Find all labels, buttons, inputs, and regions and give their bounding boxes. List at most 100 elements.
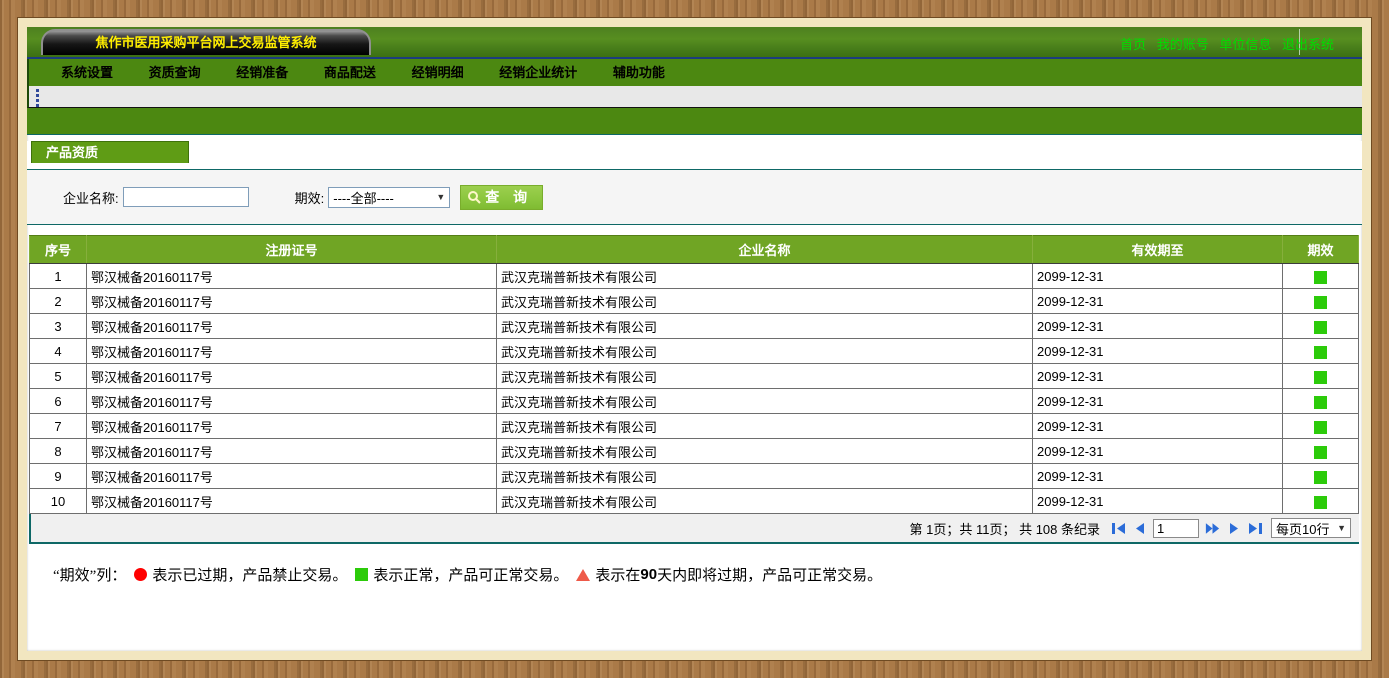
app-title-tab: 焦作市医用采购平台网上交易监管系统 — [41, 29, 371, 55]
expiry-date: 2099-12-31 — [1033, 314, 1283, 339]
link-logout[interactable]: 退出系统 — [1282, 37, 1334, 52]
cert-number: 鄂汉械备20160117号 — [87, 439, 497, 464]
period-select[interactable]: ----全部---- ▼ — [328, 187, 450, 208]
cert-number: 鄂汉械备20160117号 — [87, 489, 497, 514]
company-name: 武汉克瑞普新技术有限公司 — [497, 339, 1033, 364]
browser-page: 焦作市医用采购平台网上交易监管系统 首页 我的账号 单位信息 退出系统 系统设置… — [18, 18, 1371, 660]
table-row: 1鄂汉械备20160117号武汉克瑞普新技术有限公司2099-12-31 — [30, 264, 1359, 289]
search-button[interactable]: 查 询 — [460, 185, 543, 210]
expiry-date: 2099-12-31 — [1033, 464, 1283, 489]
company-name: 武汉克瑞普新技术有限公司 — [497, 389, 1033, 414]
table-row: 6鄂汉械备20160117号武汉克瑞普新技术有限公司2099-12-31 — [30, 389, 1359, 414]
next-page-button[interactable] — [1225, 520, 1242, 536]
menu-item-system-settings[interactable]: 系统设置 — [61, 65, 113, 80]
main-menu: 系统设置 资质查询 经销准备 商品配送 经销明细 经销企业统计 辅助功能 — [27, 59, 1362, 86]
expiry-date: 2099-12-31 — [1033, 364, 1283, 389]
legend-expiring-text-pre: 表示在 — [595, 564, 640, 585]
first-page-button[interactable] — [1110, 520, 1127, 536]
company-name: 武汉克瑞普新技术有限公司 — [497, 314, 1033, 339]
cert-number: 鄂汉械备20160117号 — [87, 339, 497, 364]
company-name-input[interactable] — [123, 187, 249, 207]
legend-expired-text: 表示已过期，产品禁止交易。 — [152, 564, 347, 585]
menu-item-distribution-detail[interactable]: 经销明细 — [412, 65, 464, 80]
link-unit-info[interactable]: 单位信息 — [1219, 37, 1271, 52]
menu-item-goods-delivery[interactable]: 商品配送 — [324, 65, 376, 80]
page-number-input[interactable] — [1153, 519, 1199, 538]
expiry-date: 2099-12-31 — [1033, 339, 1283, 364]
menu-item-qualification-query[interactable]: 资质查询 — [149, 65, 201, 80]
row-index: 10 — [30, 489, 87, 514]
table-row: 4鄂汉械备20160117号武汉克瑞普新技术有限公司2099-12-31 — [30, 339, 1359, 364]
results-table: 序号 注册证号 企业名称 有效期至 期效 1鄂汉械备20160117号武汉克瑞普… — [29, 235, 1359, 514]
pagination-summary: 第 1页；共 11页； 共 108 条纪录 — [910, 519, 1100, 538]
search-button-label: 查 询 — [485, 187, 532, 207]
filter-panel: 企业名称: 期效: ----全部---- ▼ 查 询 — [27, 169, 1362, 225]
status-normal-icon — [1314, 346, 1327, 359]
row-index: 2 — [30, 289, 87, 314]
status-cell — [1283, 289, 1359, 314]
expiry-date: 2099-12-31 — [1033, 439, 1283, 464]
results-table-wrap: 序号 注册证号 企业名称 有效期至 期效 1鄂汉械备20160117号武汉克瑞普… — [29, 235, 1359, 514]
menu-item-distribution-prep[interactable]: 经销准备 — [236, 65, 288, 80]
status-cell — [1283, 464, 1359, 489]
expiring-marker-icon — [576, 569, 590, 581]
search-icon — [467, 190, 482, 205]
period-selected-value: ----全部---- — [333, 188, 394, 207]
go-page-button[interactable] — [1204, 520, 1221, 536]
status-normal-icon — [1314, 271, 1327, 284]
cert-number: 鄂汉械备20160117号 — [87, 364, 497, 389]
page-size-select[interactable]: 每页10行 ▼ — [1271, 518, 1351, 538]
legend-expiring-text-post: 天内即将过期，产品可正常交易。 — [657, 564, 882, 585]
status-cell — [1283, 389, 1359, 414]
company-name: 武汉克瑞普新技术有限公司 — [497, 464, 1033, 489]
status-cell — [1283, 364, 1359, 389]
table-row: 8鄂汉械备20160117号武汉克瑞普新技术有限公司2099-12-31 — [30, 439, 1359, 464]
status-legend: “期效”列： 表示已过期，产品禁止交易。 表示正常，产品可正常交易。 表示在 9… — [53, 564, 1362, 585]
period-label: 期效: — [295, 188, 325, 207]
cert-number: 鄂汉械备20160117号 — [87, 414, 497, 439]
col-header-status: 期效 — [1283, 236, 1359, 264]
expiry-date: 2099-12-31 — [1033, 414, 1283, 439]
cert-number: 鄂汉械备20160117号 — [87, 289, 497, 314]
prev-page-button[interactable] — [1131, 520, 1148, 536]
drag-handle-icon[interactable] — [36, 89, 39, 107]
status-normal-icon — [1314, 446, 1327, 459]
table-row: 7鄂汉械备20160117号武汉克瑞普新技术有限公司2099-12-31 — [30, 414, 1359, 439]
company-name: 武汉克瑞普新技术有限公司 — [497, 364, 1033, 389]
toolbar-strip — [27, 86, 1362, 108]
link-home[interactable]: 首页 — [1120, 37, 1146, 52]
legend-prefix: “期效”列： — [53, 564, 126, 585]
menu-item-distributor-stats[interactable]: 经销企业统计 — [499, 65, 577, 80]
company-name-label: 企业名称: — [63, 188, 119, 207]
company-name: 武汉克瑞普新技术有限公司 — [497, 414, 1033, 439]
last-page-button[interactable] — [1246, 520, 1263, 536]
status-cell — [1283, 439, 1359, 464]
table-header-row: 序号 注册证号 企业名称 有效期至 期效 — [30, 236, 1359, 264]
cert-number: 鄂汉械备20160117号 — [87, 464, 497, 489]
row-index: 4 — [30, 339, 87, 364]
menu-item-aux-functions[interactable]: 辅助功能 — [613, 65, 665, 80]
table-body: 1鄂汉械备20160117号武汉克瑞普新技术有限公司2099-12-312鄂汉械… — [30, 264, 1359, 514]
row-index: 1 — [30, 264, 87, 289]
link-my-account[interactable]: 我的账号 — [1157, 37, 1209, 52]
cert-number: 鄂汉械备20160117号 — [87, 264, 497, 289]
table-row: 2鄂汉械备20160117号武汉克瑞普新技术有限公司2099-12-31 — [30, 289, 1359, 314]
status-normal-icon — [1314, 296, 1327, 309]
status-normal-icon — [1314, 471, 1327, 484]
page-size-value: 每页10行 — [1276, 519, 1329, 538]
tab-product-qualification[interactable]: 产品资质 — [31, 141, 189, 163]
status-cell — [1283, 489, 1359, 514]
status-normal-icon — [1314, 371, 1327, 384]
row-index: 7 — [30, 414, 87, 439]
col-header-index: 序号 — [30, 236, 87, 264]
status-normal-icon — [1314, 496, 1327, 509]
header-bar: 焦作市医用采购平台网上交易监管系统 首页 我的账号 单位信息 退出系统 — [27, 27, 1362, 59]
normal-marker-icon — [355, 568, 368, 581]
expiry-date: 2099-12-31 — [1033, 264, 1283, 289]
row-index: 5 — [30, 364, 87, 389]
expired-marker-icon — [134, 568, 147, 581]
table-row: 3鄂汉械备20160117号武汉克瑞普新技术有限公司2099-12-31 — [30, 314, 1359, 339]
status-cell — [1283, 339, 1359, 364]
table-row: 5鄂汉械备20160117号武汉克瑞普新技术有限公司2099-12-31 — [30, 364, 1359, 389]
table-row: 9鄂汉械备20160117号武汉克瑞普新技术有限公司2099-12-31 — [30, 464, 1359, 489]
